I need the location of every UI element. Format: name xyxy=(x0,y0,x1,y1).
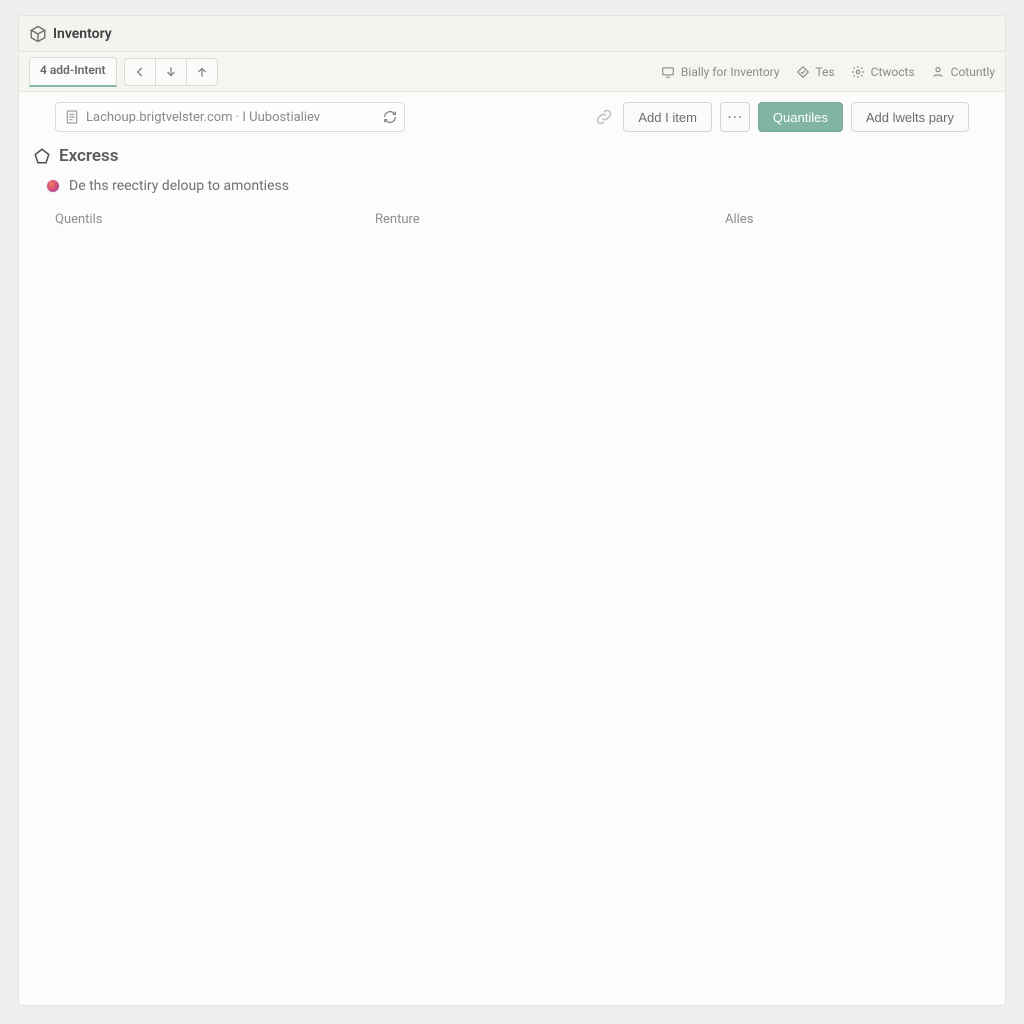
toplink-label: Bially for Inventory xyxy=(681,65,780,79)
titlebar: Inventory xyxy=(19,16,1005,52)
nav-group xyxy=(124,58,218,86)
address-input[interactable]: Lachoup.brigtvelster.com · I Uubostialie… xyxy=(55,102,405,132)
refresh-icon[interactable] xyxy=(382,109,398,125)
button-label: Add lwelts pary xyxy=(866,110,954,125)
tab-label: 4 add-Intent xyxy=(40,63,106,77)
right-actions: Add I item ⋯ Quantiles Add lwelts pary xyxy=(593,102,969,132)
column-header-quentils: Quentils xyxy=(55,212,375,227)
app-cube-icon xyxy=(29,25,47,43)
action-row: Lachoup.brigtvelster.com · I Uubostialie… xyxy=(19,92,1005,142)
toplink-label: Tes xyxy=(816,65,835,79)
add-party-button[interactable]: Add lwelts pary xyxy=(851,102,969,132)
button-label: Quantiles xyxy=(773,110,828,125)
column-headers: Quentils Renture Alles xyxy=(19,208,1005,235)
app-title: Inventory xyxy=(53,26,112,42)
toplink-inventory[interactable]: Bially for Inventory xyxy=(661,65,780,79)
section-heading: Excress xyxy=(19,142,1005,174)
toplink-country[interactable]: Cotuntly xyxy=(931,65,995,79)
app-window: Inventory 4 add-Intent xyxy=(18,15,1006,1006)
tab-add-intent[interactable]: 4 add-Intent xyxy=(29,57,117,87)
check-diamond-icon xyxy=(796,65,810,79)
gear-icon xyxy=(851,65,865,79)
link-icon[interactable] xyxy=(593,106,615,128)
empty-content-area xyxy=(19,235,1005,1005)
document-icon xyxy=(64,109,80,125)
section-subtitle: De ths reectiry deloup to amontiess xyxy=(69,178,289,194)
user-icon xyxy=(931,65,945,79)
toplink-label: Cotuntly xyxy=(951,65,995,79)
button-label: Add I item xyxy=(638,110,697,125)
toplink-contacts[interactable]: Ctwocts xyxy=(851,65,915,79)
section-subtitle-row: De ths reectiry deloup to amontiess xyxy=(19,174,1005,208)
toplink-label: Ctwocts xyxy=(871,65,915,79)
quantities-button[interactable]: Quantiles xyxy=(758,102,843,132)
column-header-alles: Alles xyxy=(725,212,969,227)
toplink-group: Bially for Inventory Tes Ctwocts Cotuntl… xyxy=(661,65,995,79)
monitor-icon xyxy=(661,65,675,79)
more-actions-button[interactable]: ⋯ xyxy=(720,102,750,132)
nav-down-button[interactable] xyxy=(155,58,187,86)
add-item-button[interactable]: Add I item xyxy=(623,102,712,132)
address-text: Lachoup.brigtvelster.com · I Uubostialie… xyxy=(86,110,320,125)
nav-back-button[interactable] xyxy=(124,58,156,86)
section-title: Excress xyxy=(59,146,118,166)
ellipsis-icon: ⋯ xyxy=(727,107,743,127)
nav-up-button[interactable] xyxy=(186,58,218,86)
pentagon-icon xyxy=(33,147,51,165)
toolbar: 4 add-Intent Bially for Inventory xyxy=(19,52,1005,92)
tab-cluster: 4 add-Intent xyxy=(29,57,218,87)
status-dot-icon xyxy=(47,180,59,192)
column-header-renture: Renture xyxy=(375,212,725,227)
toplink-tes[interactable]: Tes xyxy=(796,65,835,79)
